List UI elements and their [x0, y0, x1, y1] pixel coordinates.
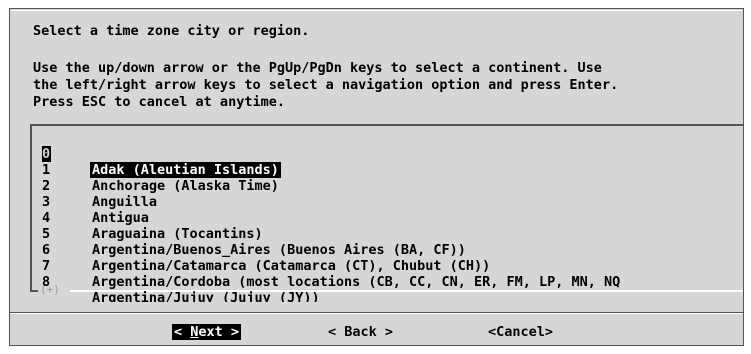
list-item-label: Anguilla — [92, 194, 158, 210]
instruction-line-3: Press ESC to cancel at anytime. — [33, 94, 285, 110]
next-button-open: < — [174, 324, 191, 340]
list-item-label: Argentina/Catamarca (Catamarca (CT), Chu… — [92, 258, 491, 274]
list-item-label: Araguaina (Tocantins) — [92, 226, 263, 242]
instruction-line-1: Use the up/down arrow or the PgUp/PgDn k… — [33, 60, 602, 76]
list-item[interactable]: 8 Argentina/Jujuy (Jujuy (JY)) — [38, 258, 320, 302]
instruction-line-2: the left/right arrow keys to select a na… — [33, 77, 619, 93]
list-item-index: 8 — [42, 274, 51, 290]
cancel-button[interactable]: <Cancel> — [488, 324, 553, 340]
list-item[interactable]: 7 Argentina/Cordoba (most locations (CB,… — [38, 242, 620, 290]
list-item[interactable]: 2 Anguilla — [38, 162, 157, 210]
list-item-label: Argentina/Jujuy (Jujuy (JY)) — [92, 290, 320, 302]
list-item-selected[interactable]: 0 Adak (Aleutian Islands) — [38, 130, 281, 178]
next-button-close: > — [222, 324, 240, 340]
next-button[interactable]: < Next > — [172, 324, 242, 340]
list-border-top — [30, 124, 743, 126]
dialog-highlight-edge — [11, 10, 742, 11]
list-item[interactable]: 3 Antigua — [38, 178, 149, 226]
timezone-list[interactable]: (+) 0 Adak (Aleutian Islands) 1 Anchorag… — [30, 122, 743, 302]
button-bar-separator-light — [10, 313, 743, 314]
list-item[interactable]: 1 Anchorage (Alaska Time) — [38, 146, 279, 194]
list-item-label: Antigua — [92, 210, 149, 226]
list-item-label: Anchorage (Alaska Time) — [92, 178, 279, 194]
next-button-rest: ext — [198, 324, 223, 340]
back-button[interactable]: < Back > — [328, 324, 393, 340]
list-item-label: Adak (Aleutian Islands) — [90, 162, 281, 178]
list-item[interactable]: 6 Argentina/Catamarca (Catamarca (CT), C… — [38, 226, 490, 274]
list-item-label: Argentina/Buenos_Aires (Buenos Aires (BA… — [92, 242, 466, 258]
list-border-bottom — [30, 290, 38, 292]
list-item[interactable]: 4 Araguaina (Tocantins) — [38, 194, 263, 242]
dialog-title: Select a time zone city or region. — [33, 23, 310, 39]
list-item[interactable]: 5 Argentina/Buenos_Aires (Buenos Aires (… — [38, 210, 466, 258]
list-item-label: Argentina/Cordoba (most locations (CB, C… — [92, 274, 621, 290]
list-border-left — [30, 124, 32, 292]
